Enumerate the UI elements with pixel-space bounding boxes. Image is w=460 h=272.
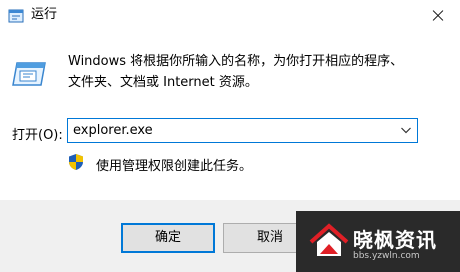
close-button[interactable]: [414, 0, 460, 32]
watermark-title: 晓枫资讯: [353, 228, 437, 252]
open-combobox[interactable]: explorer.exe: [67, 118, 418, 143]
ok-button[interactable]: 确定: [121, 223, 215, 253]
title-bar: 运行: [0, 0, 460, 32]
run-icon: [12, 62, 46, 86]
admin-note: 使用管理权限创建此任务。: [96, 159, 253, 174]
window-title: 运行: [31, 7, 58, 22]
description-line-1: Windows 将根据你所输入的名称，为你打开相应的程序、: [68, 54, 404, 69]
description: Windows 将根据你所输入的名称，为你打开相应的程序、 文件夹、文档或 In…: [68, 51, 448, 93]
open-input[interactable]: explorer.exe: [73, 122, 153, 139]
run-app-icon: [8, 9, 24, 23]
chevron-down-icon[interactable]: [401, 127, 411, 134]
watermark-url: bbs.yzwln.com: [353, 251, 420, 261]
watermark-logo-icon: [309, 223, 349, 256]
uac-shield-icon: [69, 154, 83, 170]
open-label: 打开(O):: [12, 128, 63, 143]
description-line-2: 文件夹、文档或 Internet 资源。: [68, 75, 258, 90]
